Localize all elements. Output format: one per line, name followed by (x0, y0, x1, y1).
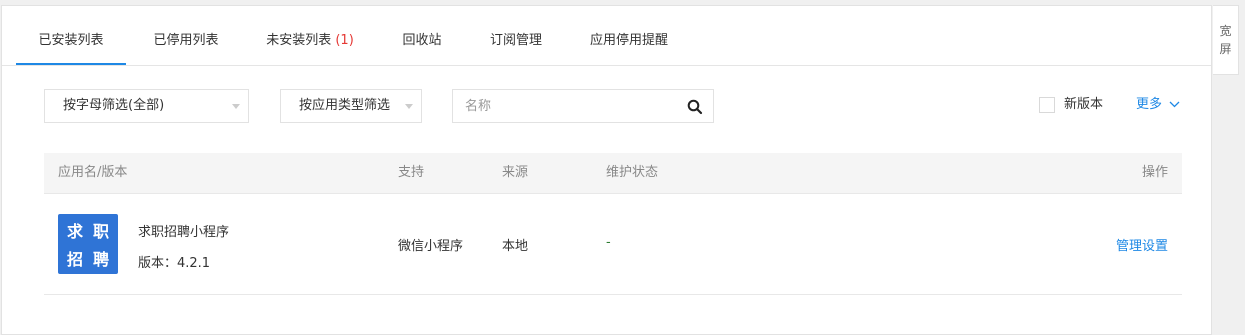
type-filter-select[interactable]: 按应用类型筛选 (280, 89, 422, 123)
tab-disabled[interactable]: 已停用列表 (138, 6, 234, 65)
new-version-label: 新版本 (1064, 97, 1104, 112)
search-input[interactable] (453, 90, 685, 122)
app-logo-char: 职 (92, 222, 109, 241)
tab-subscriptions-label: 订阅管理 (489, 33, 542, 48)
app-logo-char: 招 (66, 250, 83, 269)
wide-screen-toggle[interactable]: 宽 屏 (1213, 5, 1239, 75)
app-source: 本地 (502, 239, 529, 254)
chevron-down-icon (405, 104, 413, 109)
wide-screen-label-2: 屏 (1219, 42, 1232, 56)
app-name: 求职招聘小程序 (138, 225, 230, 240)
header-source: 来源 (502, 165, 529, 180)
type-filter-value: 按应用类型筛选 (299, 98, 391, 113)
chevron-down-icon (232, 104, 240, 109)
search-box (452, 89, 714, 123)
tab-disable-reminder-label: 应用停用提醒 (589, 33, 668, 48)
wide-screen-label-1: 宽 (1219, 24, 1232, 38)
tab-subscriptions[interactable]: 订阅管理 (476, 6, 556, 65)
app-logo-char: 求 (66, 222, 83, 241)
header-name: 应用名/版本 (58, 165, 128, 180)
tab-installed[interactable]: 已安装列表 (16, 6, 126, 65)
header-support: 支持 (398, 165, 425, 180)
header-action: 操作 (1141, 165, 1168, 180)
letter-filter-select[interactable]: 按字母筛选(全部) (44, 89, 249, 123)
search-icon[interactable] (687, 99, 703, 115)
letter-filter-value: 按字母筛选(全部) (63, 98, 165, 113)
tab-recycle-bin[interactable]: 回收站 (386, 6, 458, 65)
tab-disabled-label: 已停用列表 (153, 33, 219, 48)
app-logo-char: 聘 (92, 250, 109, 269)
more-label: 更多 (1136, 97, 1163, 112)
table-row: 求 职 招 聘 求职招聘小程序 版本：4.2.1 微信小程序 本地 - 管理设置 (44, 194, 1182, 295)
tab-bar: 已安装列表 已停用列表 未安装列表 (1) 回收站 订阅管理 应用停用提醒 (2, 6, 1211, 66)
header-status: 维护状态 (606, 165, 659, 180)
tab-not-installed-count: (1) (335, 33, 354, 48)
app-version: 版本：4.2.1 (138, 256, 211, 271)
chevron-down-icon (1169, 101, 1180, 108)
tab-disable-reminder[interactable]: 应用停用提醒 (576, 6, 682, 65)
app-logo: 求 职 招 聘 (58, 214, 118, 274)
app-status: - (606, 235, 611, 250)
tab-installed-label: 已安装列表 (38, 33, 104, 48)
tab-recycle-bin-label: 回收站 (402, 33, 442, 48)
new-version-checkbox[interactable] (1039, 97, 1055, 113)
app-support: 微信小程序 (398, 239, 464, 254)
tab-not-installed[interactable]: 未安装列表 (1) (254, 6, 366, 65)
more-button[interactable]: 更多 (1136, 97, 1180, 113)
tab-not-installed-label: 未安装列表 (266, 33, 332, 48)
manage-settings-link[interactable]: 管理设置 (1116, 235, 1168, 254)
table-header: 应用名/版本 支持 来源 维护状态 操作 (44, 153, 1182, 194)
